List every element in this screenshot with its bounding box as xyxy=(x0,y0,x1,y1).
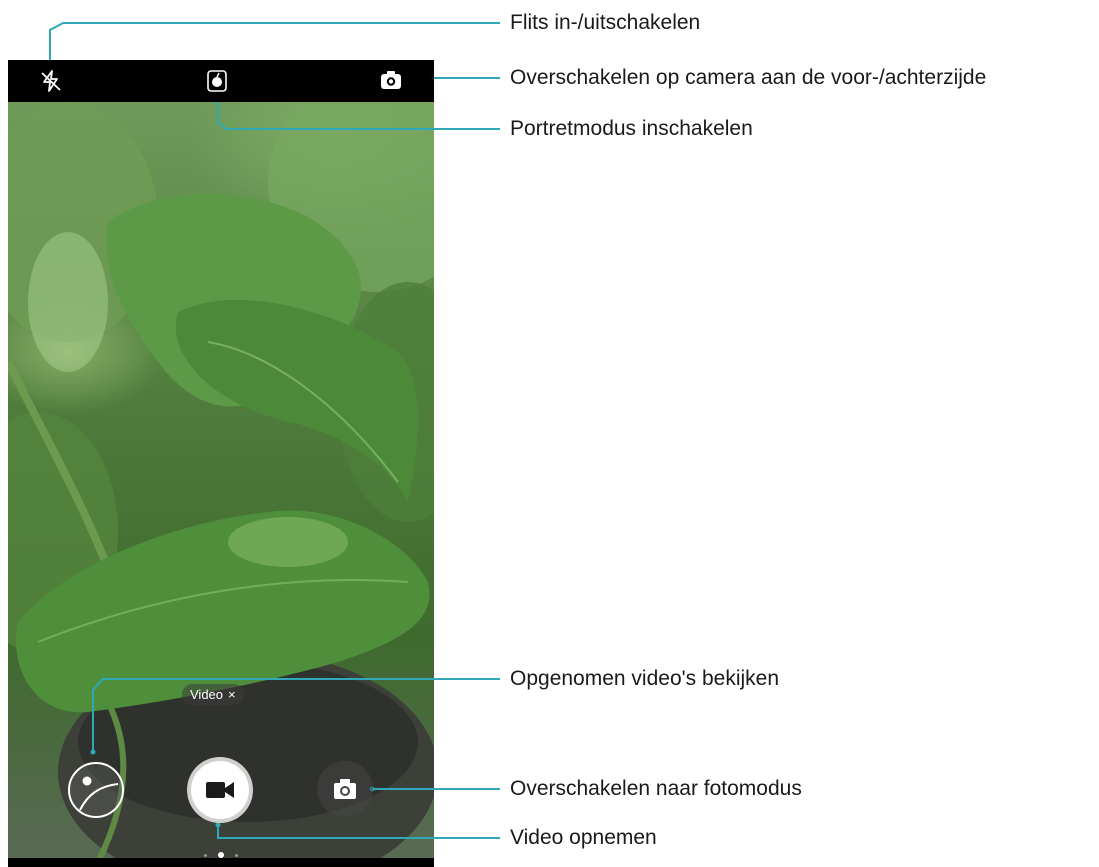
plant-scene xyxy=(8,102,434,866)
gallery-thumbnail-button[interactable] xyxy=(68,762,124,818)
record-video-button[interactable] xyxy=(187,757,253,823)
switch-camera-icon[interactable] xyxy=(377,67,405,95)
callout-flash: Flits in-/uitschakelen xyxy=(510,11,701,34)
camera-top-bar xyxy=(8,60,434,102)
photo-camera-icon xyxy=(334,779,356,799)
callout-portrait: Portretmodus inschakelen xyxy=(510,117,753,140)
close-icon[interactable]: × xyxy=(228,684,236,705)
page-dot xyxy=(204,853,207,857)
callout-record: Video opnemen xyxy=(510,826,657,849)
video-mode-tag: Video × xyxy=(182,684,244,705)
gallery-thumbnail-icon xyxy=(79,776,119,811)
callout-gallery: Opgenomen video's bekijken xyxy=(510,667,780,690)
callout-switch-camera: Overschakelen op camera aan de voor-/ach… xyxy=(510,66,987,89)
camera-screen: Video × xyxy=(8,60,434,867)
record-button-inner xyxy=(191,761,249,819)
page-dot-active xyxy=(218,852,224,858)
bottom-strip xyxy=(8,858,434,867)
callout-photo-mode: Overschakelen naar fotomodus xyxy=(510,777,802,800)
portrait-mode-icon[interactable] xyxy=(203,67,231,95)
photo-mode-button[interactable] xyxy=(317,761,373,817)
mode-page-indicator xyxy=(204,852,238,858)
camera-viewfinder[interactable] xyxy=(8,102,434,866)
video-camera-icon xyxy=(206,782,234,798)
flash-off-icon[interactable] xyxy=(37,67,65,95)
mode-tag-label: Video xyxy=(190,687,224,702)
page-dot xyxy=(235,853,238,857)
